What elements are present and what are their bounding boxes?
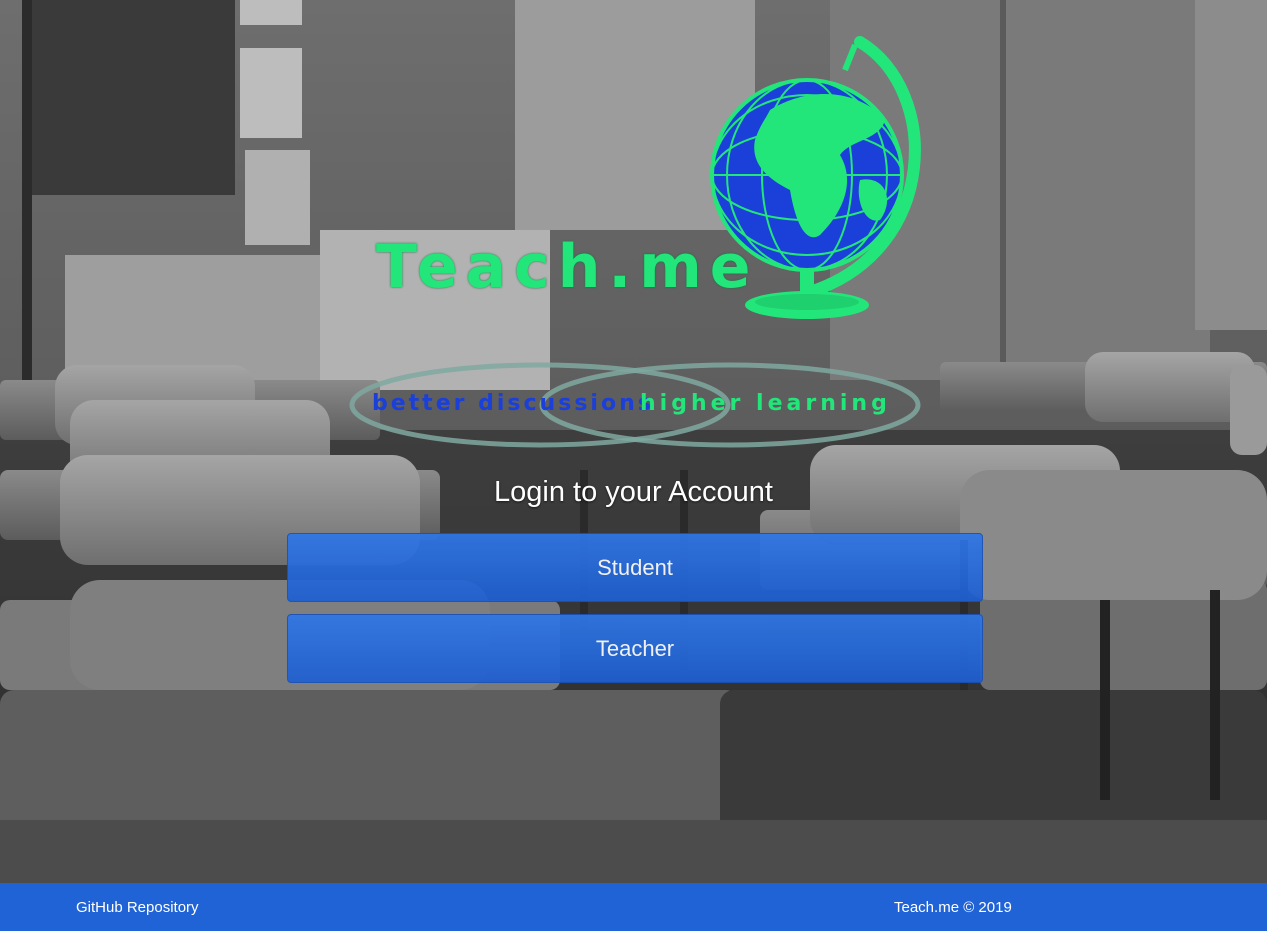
student-button-label: Student bbox=[597, 554, 673, 580]
github-repository-link[interactable]: GitHub Repository bbox=[76, 899, 199, 916]
login-page: Teach.me better discussions higher learn… bbox=[0, 0, 1267, 931]
tagline-better-discussions: better discussions bbox=[372, 391, 654, 416]
footer: GitHub Repository Teach.me © 2019 bbox=[0, 883, 1267, 931]
teacher-button-label: Teacher bbox=[595, 635, 675, 661]
student-login-button[interactable]: Student bbox=[287, 533, 983, 602]
copyright-text: Teach.me © 2019 bbox=[894, 899, 1012, 916]
teacher-login-button[interactable]: Teacher bbox=[287, 614, 983, 683]
brand-wordmark: Teach.me bbox=[376, 232, 759, 302]
login-title: Login to your Account bbox=[494, 476, 773, 508]
tagline-higher-learning: higher learning bbox=[640, 391, 891, 416]
